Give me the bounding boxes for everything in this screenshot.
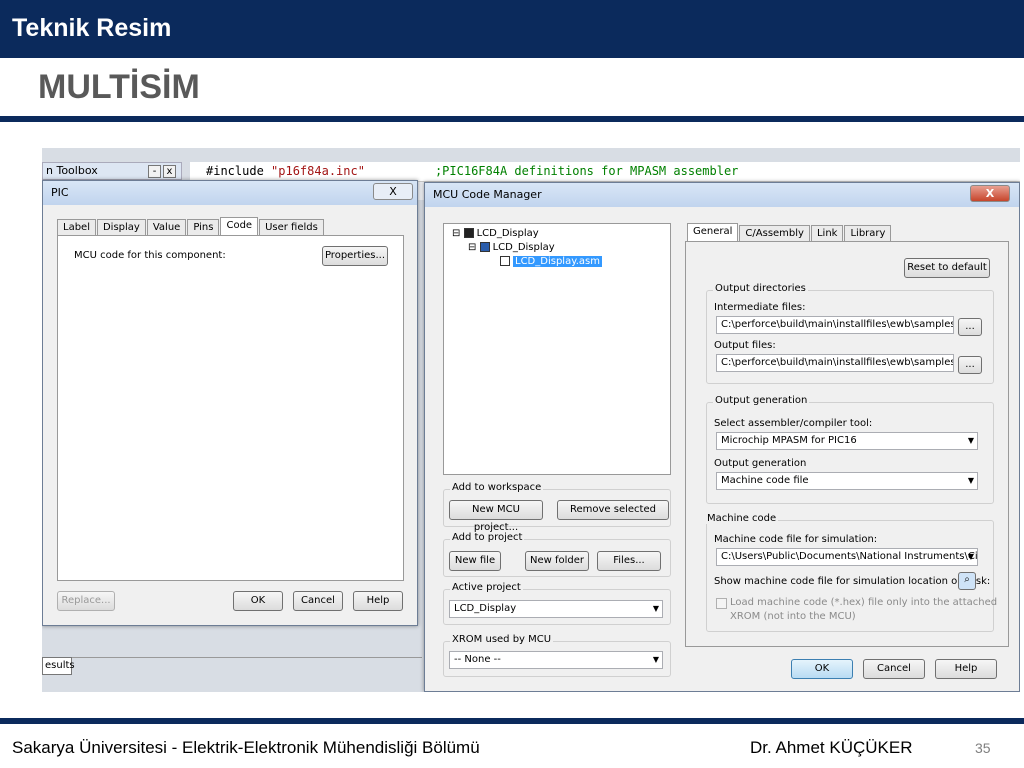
machine-code-label: Machine code: [705, 513, 779, 524]
toolbox-close-button[interactable]: x: [163, 165, 176, 178]
output-generation-group-label: Output generation: [713, 395, 810, 406]
mcu-dialog-titlebar: MCU Code Manager: [425, 183, 1019, 207]
mcu-help-button[interactable]: Help: [935, 659, 997, 679]
collapse-icon: ⊟: [452, 228, 461, 239]
mcu-project-tree[interactable]: ⊟ LCD_Display ⊟ LCD_Display LCD_Display.…: [443, 223, 671, 475]
show-location-label: Show machine code file for simulation lo…: [714, 576, 991, 587]
load-hex-label-line2: XROM (not into the MCU): [730, 611, 856, 622]
project-icon: [479, 242, 490, 252]
code-include-file: "p16f84a.inc": [271, 164, 365, 178]
properties-button[interactable]: Properties...: [322, 246, 388, 266]
tree-project[interactable]: ⊟ LCD_Display: [468, 242, 555, 253]
mcu-ok-button[interactable]: OK: [791, 659, 853, 679]
pic-code-panel: MCU code for this component: Properties.…: [57, 235, 404, 581]
pic-help-button[interactable]: Help: [353, 591, 403, 611]
pic-close-button[interactable]: X: [373, 183, 413, 200]
output-browse-button[interactable]: ...: [958, 356, 982, 374]
pic-dialog-titlebar: PIC: [43, 181, 417, 205]
slide-header-bar: Teknik Resim: [0, 0, 1024, 58]
intermediate-files-label: Intermediate files:: [714, 302, 806, 313]
workspace-group-label: Add to workspace: [450, 482, 544, 493]
tree-workspace[interactable]: ⊟ LCD_Display: [452, 228, 539, 239]
xrom-label: XROM used by MCU: [450, 634, 554, 645]
asm-file-icon: [500, 256, 510, 266]
active-project-select[interactable]: LCD_Display ▼: [449, 600, 663, 618]
pic-dialog: PIC X Label Display Value Pins Code User…: [42, 180, 418, 626]
tree-file[interactable]: LCD_Display.asm: [500, 256, 602, 267]
xrom-select[interactable]: -- None -- ▼: [449, 651, 663, 669]
intermediate-browse-button[interactable]: ...: [958, 318, 982, 336]
mcu-cancel-button[interactable]: Cancel: [863, 659, 925, 679]
mcu-dialog-title: MCU Code Manager: [433, 188, 542, 201]
reset-default-button[interactable]: Reset to default: [904, 258, 990, 278]
new-folder-button[interactable]: New folder: [525, 551, 589, 571]
output-directories-label: Output directories: [713, 283, 808, 294]
output-generation-label: Output generation: [714, 458, 807, 469]
general-panel: Reset to default Output directories Inte…: [685, 241, 1009, 647]
active-project-label: Active project: [450, 582, 523, 593]
slide-title: MULTİSİM: [38, 68, 200, 106]
workspace-icon: [463, 228, 474, 238]
dropdown-arrow-icon: ▼: [967, 476, 974, 485]
pic-dialog-title: PIC: [51, 186, 69, 199]
files-button[interactable]: Files...: [597, 551, 661, 571]
footer-author: Dr. Ahmet KÜÇÜKER: [750, 738, 913, 757]
page-number: 35: [975, 740, 991, 756]
mcu-code-label: MCU code for this component:: [74, 250, 226, 261]
toolbox-minimize-button[interactable]: -: [148, 165, 161, 178]
toolbox-title: n Toolbox: [42, 162, 182, 180]
tab-general[interactable]: General: [687, 223, 739, 241]
intermediate-files-input[interactable]: C:\perforce\build\main\installfiles\ewb\…: [716, 316, 954, 334]
add-project-label: Add to project: [450, 532, 525, 543]
results-bar: [42, 657, 422, 679]
code-include: #include: [206, 164, 272, 178]
machine-file-select[interactable]: C:\Users\Public\Documents\National Instr…: [716, 548, 978, 566]
multisim-screenshot: n Toolbox - x #include "p16f84a.inc" ;PIC…: [42, 148, 1020, 692]
results-tab[interactable]: esults: [42, 657, 75, 675]
pic-cancel-button[interactable]: Cancel: [293, 591, 343, 611]
pic-ok-button[interactable]: OK: [233, 591, 283, 611]
collapse-icon: ⊟: [468, 242, 477, 253]
mcu-close-button[interactable]: X: [970, 185, 1010, 202]
dropdown-arrow-icon: ▼: [967, 436, 974, 445]
output-files-label: Output files:: [714, 340, 776, 351]
output-files-input[interactable]: C:\perforce\build\main\installfiles\ewb\…: [716, 354, 954, 372]
dropdown-arrow-icon: ▼: [967, 552, 974, 561]
footer-institution: Sakarya Üniversitesi - Elektrik-Elektron…: [12, 738, 480, 757]
header-title: Teknik Resim: [12, 14, 172, 42]
top-divider: [0, 116, 1024, 122]
dropdown-arrow-icon: ▼: [652, 604, 659, 613]
code-comment: ;PIC16F84A definitions for MPASM assembl…: [434, 164, 739, 178]
output-generation-select[interactable]: Machine code file ▼: [716, 472, 978, 490]
bottom-divider: [0, 718, 1024, 724]
tool-label: Select assembler/compiler tool:: [714, 418, 873, 429]
tab-code[interactable]: Code: [220, 217, 259, 235]
new-mcu-project-button[interactable]: New MCU project...: [449, 500, 543, 533]
replace-button[interactable]: Replace...: [57, 591, 115, 611]
machine-file-label: Machine code file for simulation:: [714, 534, 878, 545]
code-editor-line[interactable]: #include "p16f84a.inc" ;PIC16F84A definit…: [190, 162, 1020, 182]
new-file-button[interactable]: New file: [449, 551, 501, 571]
mcu-code-manager-dialog: MCU Code Manager X ⊟ LCD_Display ⊟ LCD_D…: [424, 182, 1020, 692]
dropdown-arrow-icon: ▼: [652, 655, 659, 664]
load-hex-label-line1: Load machine code (*.hex) file only into…: [730, 597, 998, 608]
tool-select[interactable]: Microchip MPASM for PIC16 ▼: [716, 432, 978, 450]
load-hex-checkbox[interactable]: [716, 598, 727, 609]
remove-selected-button[interactable]: Remove selected: [557, 500, 669, 520]
show-location-folder-icon[interactable]: ⌕: [958, 572, 976, 590]
